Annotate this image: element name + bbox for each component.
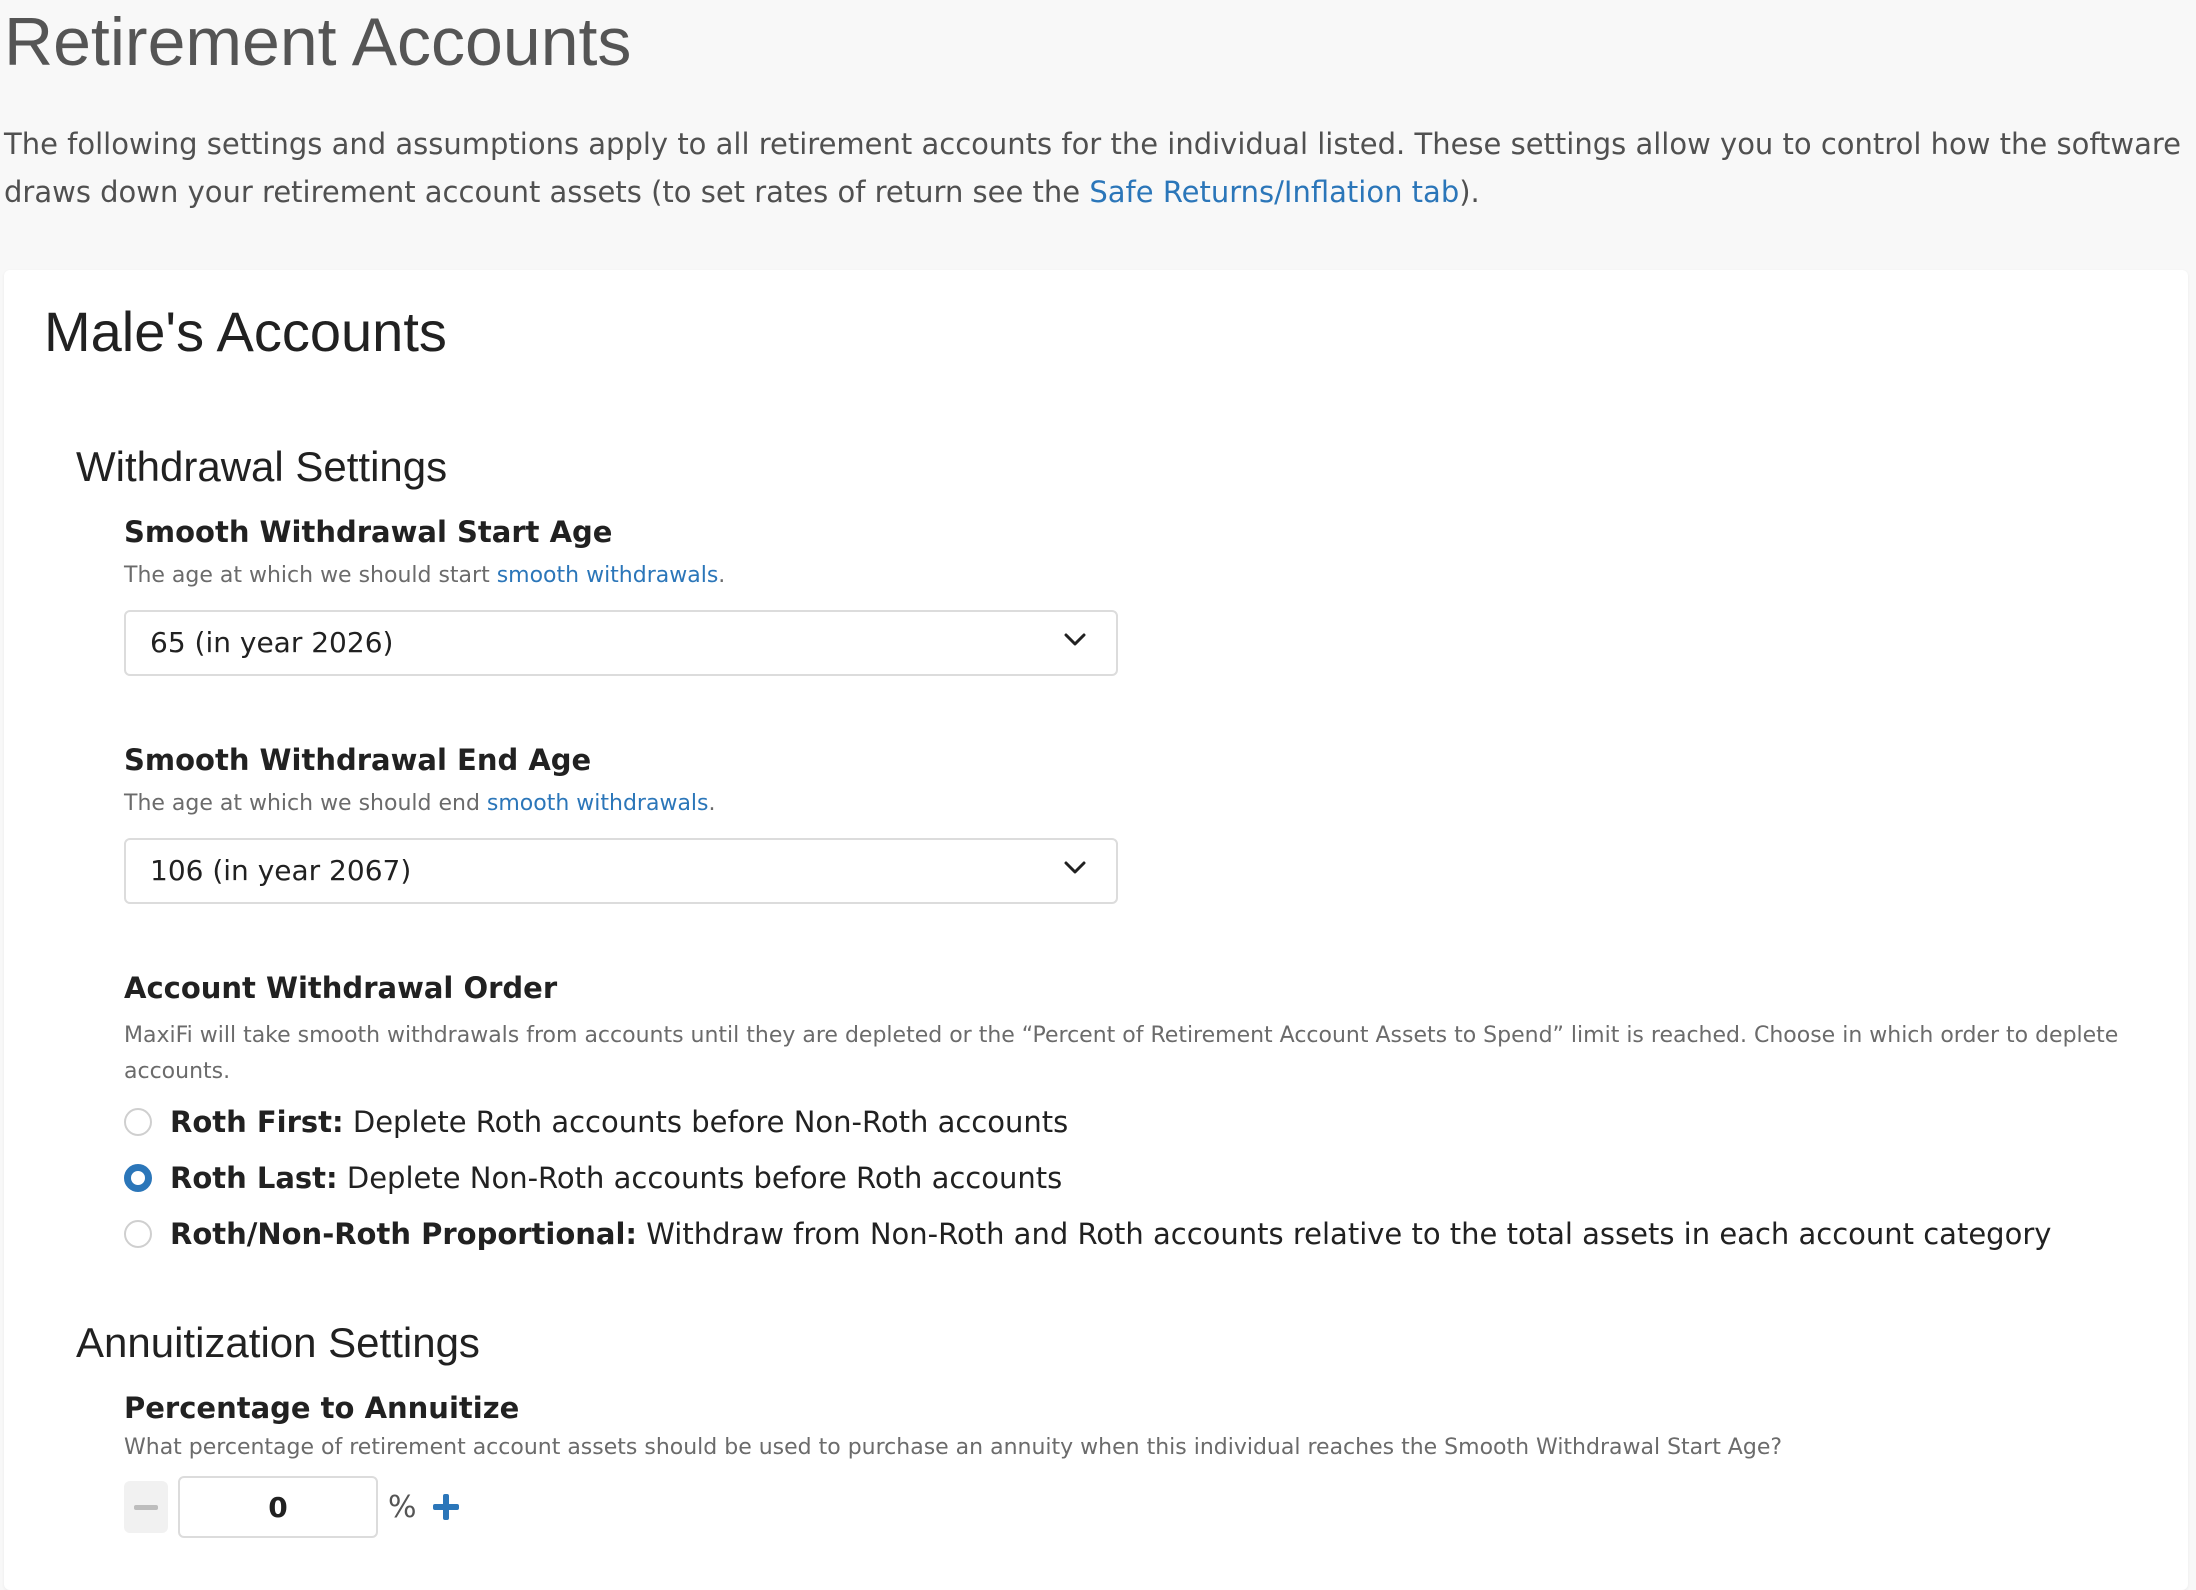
end-age-select[interactable]: 106 (in year 2067) xyxy=(124,838,1118,904)
radio-roth-proportional-desc: Withdraw from Non-Roth and Roth accounts… xyxy=(637,1217,2052,1251)
radio-roth-first-label: Roth First: Deplete Roth accounts before… xyxy=(170,1102,1068,1142)
withdrawal-order-help: MaxiFi will take smooth withdrawals from… xyxy=(124,1023,2119,1084)
chevron-down-icon xyxy=(1064,633,1086,646)
radio-roth-proportional[interactable]: Roth/Non-Roth Proportional: Withdraw fro… xyxy=(124,1214,2051,1254)
radio-button[interactable] xyxy=(124,1108,152,1136)
chevron-down-icon xyxy=(1064,861,1086,874)
plus-icon[interactable] xyxy=(431,1492,461,1522)
end-age-value: 106 (in year 2067) xyxy=(150,854,412,887)
end-age-help: The age at which we should end smooth wi… xyxy=(124,786,716,822)
percent-unit: % xyxy=(388,1489,417,1525)
percentage-annuitize-help: What percentage of retirement account as… xyxy=(124,1435,1783,1460)
start-age-label: Smooth Withdrawal Start Age xyxy=(124,515,613,549)
start-age-value: 65 (in year 2026) xyxy=(150,626,394,659)
safe-returns-inflation-link[interactable]: Safe Returns/Inflation tab xyxy=(1089,175,1459,209)
start-age-help-end: . xyxy=(718,563,726,588)
start-age-help-text: The age at which we should start xyxy=(124,563,497,588)
end-age-smooth-withdrawals-link[interactable]: smooth withdrawals xyxy=(487,791,709,816)
radio-roth-proportional-label: Roth/Non-Roth Proportional: Withdraw fro… xyxy=(170,1214,2051,1254)
accounts-card: Male's Accounts Withdrawal Settings Smoo… xyxy=(4,270,2188,1590)
start-age-help: The age at which we should start smooth … xyxy=(124,558,725,594)
radio-button[interactable] xyxy=(124,1220,152,1248)
end-age-help-text: The age at which we should end xyxy=(124,791,487,816)
annuitization-settings-title: Annuitization Settings xyxy=(76,1319,480,1366)
radio-roth-last-title: Roth Last: xyxy=(170,1161,338,1195)
radio-roth-first-desc: Deplete Roth accounts before Non-Roth ac… xyxy=(343,1105,1069,1139)
radio-roth-first[interactable]: Roth First: Deplete Roth accounts before… xyxy=(124,1102,1068,1142)
radio-roth-last-desc: Deplete Non-Roth accounts before Roth ac… xyxy=(337,1161,1063,1195)
decrement-button[interactable] xyxy=(124,1481,168,1533)
radio-button-selected[interactable] xyxy=(124,1164,152,1192)
radio-roth-proportional-title: Roth/Non-Roth Proportional: xyxy=(170,1217,638,1251)
withdrawal-settings-title: Withdrawal Settings xyxy=(76,443,448,490)
withdrawal-order-label: Account Withdrawal Order xyxy=(124,971,558,1005)
start-age-select[interactable]: 65 (in year 2026) xyxy=(124,610,1118,676)
intro-end: ). xyxy=(1459,175,1480,209)
page-title: Retirement Accounts xyxy=(4,4,632,80)
percentage-annuitize-label: Percentage to Annuitize xyxy=(124,1391,520,1425)
percentage-input[interactable] xyxy=(178,1476,378,1538)
minus-icon xyxy=(134,1504,158,1510)
end-age-label: Smooth Withdrawal End Age xyxy=(124,743,592,777)
radio-roth-last[interactable]: Roth Last: Deplete Non-Roth accounts bef… xyxy=(124,1158,1062,1198)
radio-roth-last-label: Roth Last: Deplete Non-Roth accounts bef… xyxy=(170,1158,1062,1198)
end-age-help-end: . xyxy=(708,791,716,816)
radio-roth-first-title: Roth First: xyxy=(170,1105,344,1139)
intro-text: The following settings and assumptions a… xyxy=(4,120,2184,216)
percentage-stepper: % xyxy=(124,1476,461,1538)
start-age-smooth-withdrawals-link[interactable]: smooth withdrawals xyxy=(497,563,719,588)
card-title: Male's Accounts xyxy=(44,300,447,363)
